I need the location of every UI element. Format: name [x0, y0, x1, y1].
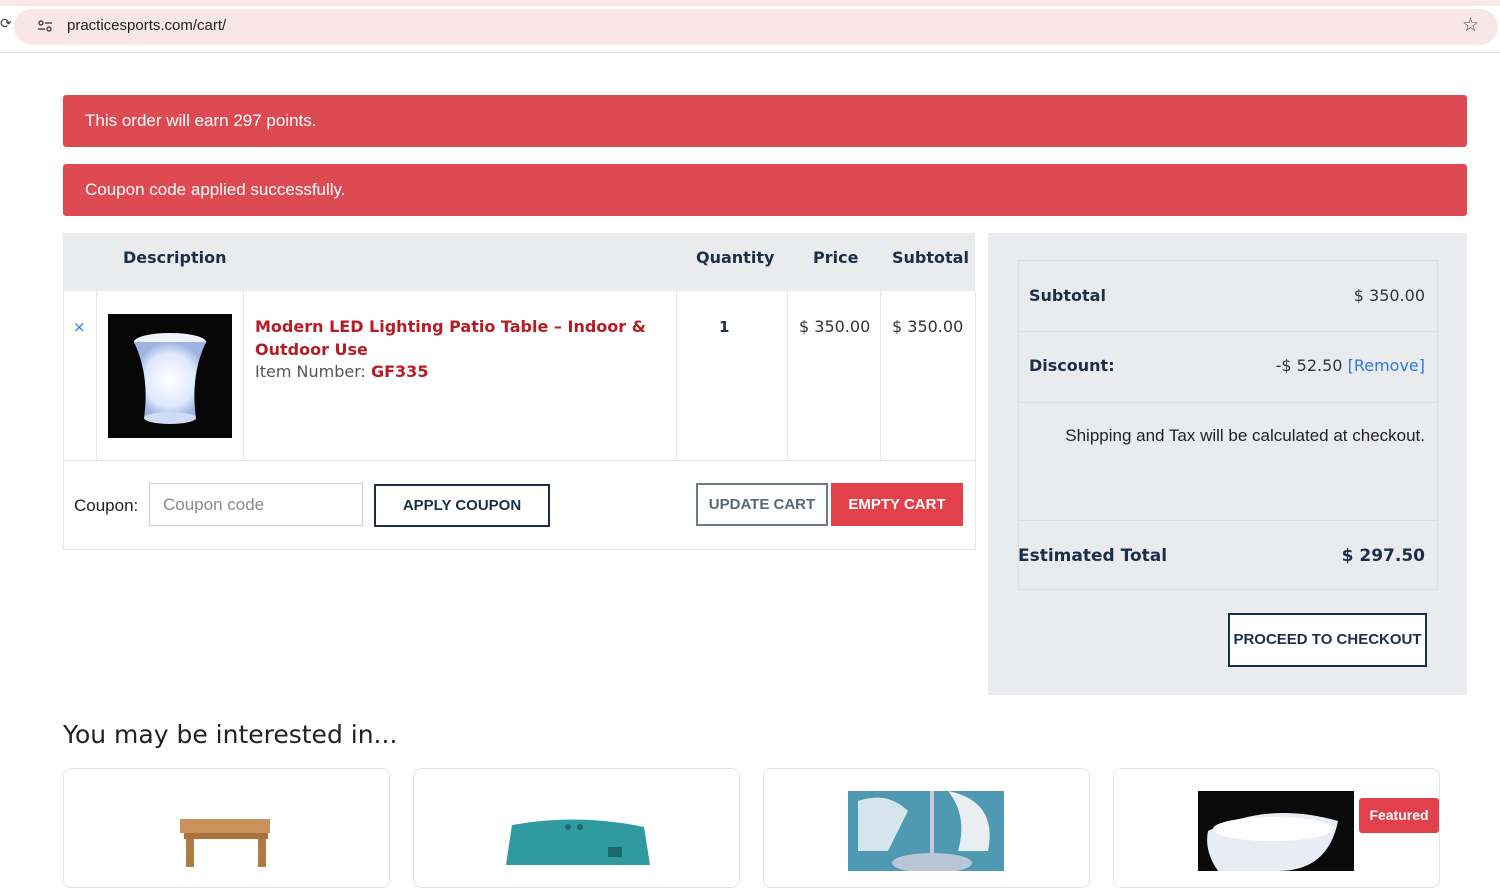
item-number: Item Number: GF335 [255, 362, 428, 381]
related-product-card[interactable] [413, 768, 740, 888]
shipping-note: Shipping and Tax will be calculated at c… [1065, 426, 1425, 445]
totals-table [1018, 260, 1438, 590]
reload-icon[interactable]: ⟳ [0, 16, 12, 32]
empty-cart-button[interactable]: EMPTY CART [831, 483, 963, 526]
quantity-value[interactable]: 1 [719, 318, 729, 336]
discount-row-value: -$ 52.50 [Remove] [1276, 356, 1425, 375]
address-bar[interactable] [14, 9, 1498, 45]
update-cart-button[interactable]: UPDATE CART [696, 483, 828, 526]
header-description: Description [123, 248, 227, 267]
estimated-total-value: $ 297.50 [1341, 546, 1425, 566]
column-divider [676, 291, 677, 460]
item-number-value: GF335 [370, 362, 429, 381]
item-number-label: Item Number: [255, 362, 366, 381]
totals-divider [1018, 520, 1438, 521]
coupon-label: Coupon: [74, 496, 139, 515]
discount-label: Discount: [1029, 356, 1115, 375]
column-divider [243, 291, 244, 460]
column-divider [880, 291, 881, 460]
header-price: Price [813, 248, 859, 267]
site-settings-icon[interactable] [37, 18, 53, 34]
subtotal-value: $ 350.00 [1353, 286, 1425, 305]
product-title-link[interactable]: Modern LED Lighting Patio Table – Indoor… [255, 315, 655, 361]
coupon-success-notice: Coupon code applied successfully. [63, 164, 1467, 216]
product-image[interactable] [176, 817, 276, 867]
featured-badge: Featured [1359, 798, 1439, 833]
item-subtotal: $ 350.00 [892, 317, 964, 336]
proceed-to-checkout-button[interactable]: PROCEED TO CHECKOUT [1228, 613, 1427, 667]
browser-tab-strip [0, 0, 1500, 6]
remove-coupon-link[interactable]: [Remove] [1348, 356, 1425, 375]
row-divider [63, 460, 975, 461]
column-divider [787, 291, 788, 460]
points-notice: This order will earn 297 points. [63, 95, 1467, 147]
subtotal-label: Subtotal [1029, 286, 1106, 305]
estimated-total-label: Estimated Total [1018, 546, 1168, 566]
apply-coupon-button[interactable]: APPLY COUPON [374, 484, 550, 527]
discount-value: -$ 52.50 [1275, 356, 1343, 375]
star-icon[interactable]: ☆ [1462, 16, 1479, 35]
totals-divider [1018, 402, 1438, 403]
item-price: $ 350.00 [799, 317, 871, 336]
url-text[interactable]: practicesports.com/cart/ [67, 17, 226, 34]
product-thumbnail[interactable] [108, 314, 232, 438]
totals-divider [1018, 331, 1438, 332]
chrome-divider [0, 52, 1500, 53]
product-image[interactable] [848, 791, 1004, 871]
related-product-card[interactable] [763, 768, 1090, 888]
column-divider [96, 291, 97, 460]
related-product-card[interactable] [63, 768, 390, 888]
related-products-heading: You may be interested in... [63, 720, 398, 749]
product-image[interactable] [1198, 791, 1354, 871]
header-quantity: Quantity [696, 248, 775, 267]
header-subtotal: Subtotal [892, 248, 969, 267]
remove-item-icon[interactable]: × [73, 318, 86, 336]
product-image[interactable] [498, 815, 658, 865]
coupon-code-input[interactable] [149, 483, 363, 526]
